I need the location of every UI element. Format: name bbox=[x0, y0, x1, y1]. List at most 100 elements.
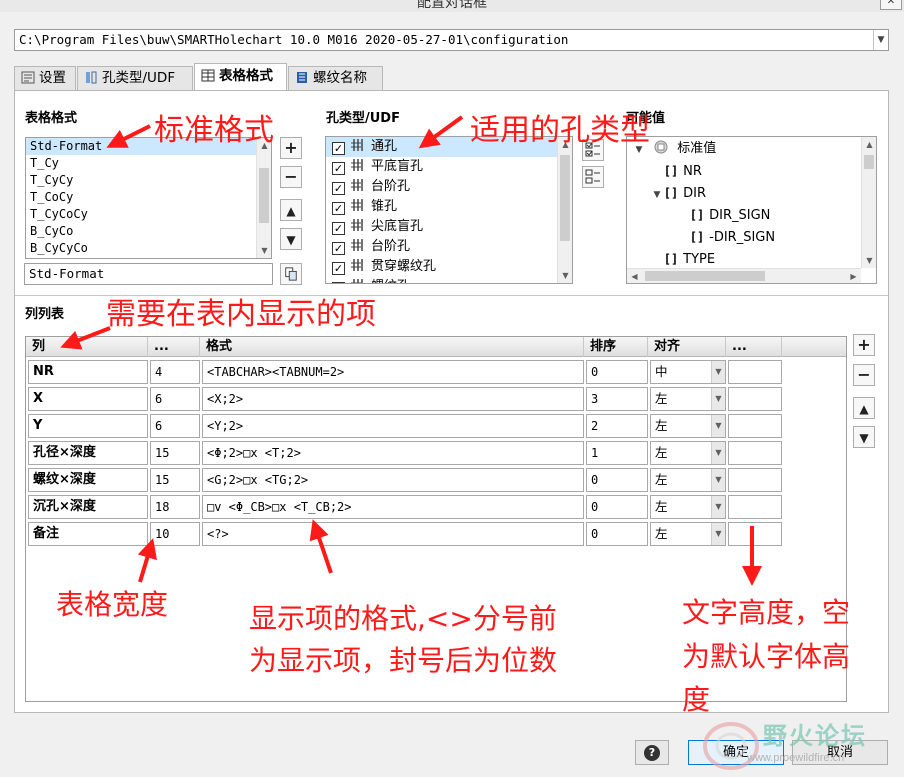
cell-format[interactable]: <Y;2> bbox=[202, 414, 584, 438]
cell-height[interactable] bbox=[728, 522, 782, 546]
collapse-icon[interactable]: ▼ bbox=[651, 184, 663, 206]
cell-height[interactable] bbox=[728, 495, 782, 519]
cell-height[interactable] bbox=[728, 414, 782, 438]
cell-format[interactable]: <TABCHAR><TABNUM=2> bbox=[202, 360, 584, 384]
format-list-item[interactable]: T_Cy bbox=[26, 155, 271, 172]
tab-table-format[interactable]: 表格格式 bbox=[194, 63, 287, 91]
move-column-down-button[interactable]: ▼ bbox=[853, 426, 875, 448]
header-sort[interactable]: 排序 bbox=[584, 337, 648, 357]
table-format-list[interactable]: Std-Format T_Cy T_CyCy T_CoCy T_CyCoCy B_CyCo… bbox=[25, 137, 272, 259]
hole-type-item[interactable]: ✓ 贯穿螺纹孔 bbox=[326, 257, 572, 277]
cell-align[interactable]: 左 ▼ bbox=[650, 468, 726, 492]
tree-item-minus-dir-sign[interactable]: [] -DIR_SIGN bbox=[689, 226, 775, 248]
cell-width[interactable]: 10 bbox=[150, 522, 200, 546]
checkbox[interactable]: ✓ bbox=[332, 142, 345, 155]
cell-align[interactable]: 左 ▼ bbox=[650, 522, 726, 546]
tree-item-dir-sign[interactable]: [] DIR_SIGN bbox=[689, 204, 771, 226]
remove-format-button[interactable]: − bbox=[280, 166, 302, 188]
remove-column-button[interactable]: − bbox=[853, 364, 875, 386]
scroll-thumb[interactable] bbox=[864, 155, 874, 169]
move-down-button[interactable]: ▼ bbox=[280, 228, 302, 250]
cell-width[interactable]: 6 bbox=[150, 414, 200, 438]
scroll-down-icon[interactable]: ▼ bbox=[558, 268, 572, 283]
scroll-thumb[interactable] bbox=[560, 155, 570, 241]
tab-hole-type-udf[interactable]: 孔类型/UDF bbox=[77, 66, 193, 90]
cell-sort[interactable]: 0 bbox=[586, 522, 648, 546]
scroll-thumb[interactable] bbox=[259, 168, 269, 223]
scroll-down-icon[interactable]: ▼ bbox=[862, 253, 876, 268]
copy-format-button[interactable] bbox=[280, 263, 302, 285]
cell-format[interactable]: <?> bbox=[202, 522, 584, 546]
format-list-item[interactable]: B_CyCo bbox=[26, 223, 271, 240]
cell-height[interactable] bbox=[728, 360, 782, 384]
scroll-left-icon[interactable]: ◀ bbox=[627, 269, 642, 283]
header-height[interactable]: ... bbox=[726, 337, 782, 357]
chevron-down-icon[interactable]: ▼ bbox=[711, 442, 725, 464]
checkbox[interactable]: ✓ bbox=[332, 202, 345, 215]
possible-values-tree[interactable]: ▼ 标准值 [] NR ▼[] DIR [] DIR_SIGN [] -DIR_… bbox=[626, 136, 877, 284]
cell-height[interactable] bbox=[728, 468, 782, 492]
chevron-down-icon[interactable]: ▼ bbox=[711, 415, 725, 437]
checkbox[interactable]: ✓ bbox=[332, 262, 345, 275]
cell-format[interactable]: <Φ;2>□x <T;2> bbox=[202, 441, 584, 465]
close-icon[interactable]: ✕ bbox=[880, 0, 902, 10]
chevron-down-icon[interactable]: ▼ bbox=[711, 469, 725, 491]
format-name-field[interactable]: Std-Format bbox=[24, 263, 273, 285]
hole-type-item[interactable]: ✓ 平底盲孔 bbox=[326, 157, 572, 177]
header-column[interactable]: 列 bbox=[26, 337, 148, 357]
checkbox[interactable]: ✓ bbox=[332, 242, 345, 255]
cell-sort[interactable]: 0 bbox=[586, 495, 648, 519]
move-up-button[interactable]: ▲ bbox=[280, 199, 302, 221]
cell-format[interactable]: <G;2>□x <TG;2> bbox=[202, 468, 584, 492]
move-column-up-button[interactable]: ▲ bbox=[853, 397, 875, 419]
chevron-down-icon[interactable]: ▼ bbox=[711, 496, 725, 518]
scroll-up-icon[interactable]: ▲ bbox=[862, 137, 876, 152]
uncheck-all-button[interactable] bbox=[582, 166, 604, 188]
cell-align[interactable]: 中 ▼ bbox=[650, 360, 726, 384]
add-format-button[interactable]: + bbox=[280, 137, 302, 159]
tree-item-dir[interactable]: ▼[] DIR bbox=[651, 182, 707, 206]
chevron-down-icon[interactable]: ▼ bbox=[711, 388, 725, 410]
cell-align[interactable]: 左 ▼ bbox=[650, 414, 726, 438]
cell-width[interactable]: 4 bbox=[150, 360, 200, 384]
format-list-item[interactable]: T_CoCy bbox=[26, 189, 271, 206]
header-format[interactable]: 格式 bbox=[200, 337, 584, 357]
hole-type-item[interactable]: ✓ 台阶孔 bbox=[326, 177, 572, 197]
hole-types-list[interactable]: ✓ 通孔 ✓ 平底盲孔 ✓ 台阶孔 ✓ 锥孔 ✓ 尖底盲孔 ✓ 台阶孔 ✓ 贯穿螺纹孔 ✓ 螺纹孔 ▲ ▼ bbox=[325, 136, 573, 284]
cell-column-name[interactable]: NR bbox=[28, 360, 148, 384]
cell-align[interactable]: 左 ▼ bbox=[650, 495, 726, 519]
header-width[interactable]: ... bbox=[148, 337, 200, 357]
hole-type-item[interactable]: ✓ 螺纹孔 bbox=[326, 277, 572, 283]
cell-align[interactable]: 左 ▼ bbox=[650, 387, 726, 411]
cell-width[interactable]: 6 bbox=[150, 387, 200, 411]
checkbox[interactable]: ✓ bbox=[332, 222, 345, 235]
cell-column-name[interactable]: 沉孔×深度 bbox=[28, 495, 148, 519]
tab-settings[interactable]: 设置 bbox=[14, 66, 76, 90]
format-list-item[interactable]: T_CyCoCy bbox=[26, 206, 271, 223]
format-list-item[interactable]: T_CyCy bbox=[26, 172, 271, 189]
scrollbar[interactable]: ▲ ▼ bbox=[557, 137, 572, 283]
scroll-thumb[interactable] bbox=[645, 271, 765, 281]
help-button[interactable]: ? bbox=[635, 740, 669, 765]
cell-format[interactable]: □v <Φ_CB>□x <T_CB;2> bbox=[202, 495, 584, 519]
header-align[interactable]: 对齐 bbox=[648, 337, 726, 357]
cell-width[interactable]: 15 bbox=[150, 441, 200, 465]
cell-height[interactable] bbox=[728, 387, 782, 411]
cell-width[interactable]: 15 bbox=[150, 468, 200, 492]
tab-thread-name[interactable]: 螺纹名称 bbox=[288, 66, 383, 90]
cell-column-name[interactable]: 螺纹×深度 bbox=[28, 468, 148, 492]
cell-sort[interactable]: 0 bbox=[586, 360, 648, 384]
hole-type-item[interactable]: ✓ 尖底盲孔 bbox=[326, 217, 572, 237]
cell-width[interactable]: 18 bbox=[150, 495, 200, 519]
cell-sort[interactable]: 2 bbox=[586, 414, 648, 438]
cell-column-name[interactable]: Y bbox=[28, 414, 148, 438]
checkbox[interactable]: ✓ bbox=[332, 182, 345, 195]
cell-column-name[interactable]: 孔径×深度 bbox=[28, 441, 148, 465]
scrollbar[interactable]: ▲ ▼ bbox=[861, 137, 876, 268]
horizontal-scrollbar[interactable]: ◀ ▶ bbox=[627, 268, 861, 283]
format-list-item[interactable]: B_CyCyCo bbox=[26, 240, 271, 257]
tree-item-type[interactable]: [] TYPE bbox=[663, 248, 715, 270]
add-column-button[interactable]: + bbox=[853, 334, 875, 356]
cell-sort[interactable]: 1 bbox=[586, 441, 648, 465]
tree-item-nr[interactable]: [] NR bbox=[663, 160, 702, 182]
